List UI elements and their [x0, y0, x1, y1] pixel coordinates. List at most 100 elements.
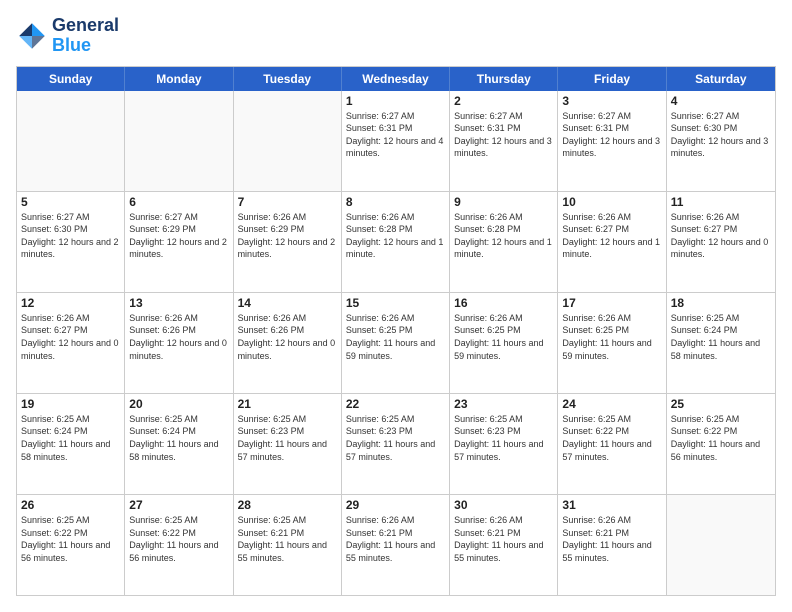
day-info: Sunrise: 6:27 AM Sunset: 6:30 PM Dayligh…: [671, 110, 771, 160]
day-number: 11: [671, 195, 771, 209]
day-number: 18: [671, 296, 771, 310]
day-info: Sunrise: 6:26 AM Sunset: 6:29 PM Dayligh…: [238, 211, 337, 261]
day-number: 23: [454, 397, 553, 411]
day-number: 26: [21, 498, 120, 512]
calendar-cell: 25Sunrise: 6:25 AM Sunset: 6:22 PM Dayli…: [667, 394, 775, 494]
calendar-cell: 4 Sunrise: 6:27 AM Sunset: 6:30 PM Daylig…: [667, 91, 775, 191]
day-number: 5: [21, 195, 120, 209]
day-number: 31: [562, 498, 661, 512]
calendar-cell: 22Sunrise: 6:25 AM Sunset: 6:23 PM Dayli…: [342, 394, 450, 494]
day-number: 28: [238, 498, 337, 512]
weekday-header-sunday: Sunday: [17, 67, 125, 91]
calendar-row-0: 1Sunrise: 6:27 AM Sunset: 6:31 PM Daylig…: [17, 91, 775, 191]
logo: General Blue: [16, 16, 119, 56]
day-info: Sunrise: 6:25 AM Sunset: 6:23 PM Dayligh…: [238, 413, 337, 463]
day-info: Sunrise: 6:25 AM Sunset: 6:22 PM Dayligh…: [562, 413, 661, 463]
day-info: Sunrise: 6:26 AM Sunset: 6:26 PM Dayligh…: [129, 312, 228, 362]
day-number: 8: [346, 195, 445, 209]
weekday-header-monday: Monday: [125, 67, 233, 91]
weekday-header-wednesday: Wednesday: [342, 67, 450, 91]
header: General Blue: [16, 16, 776, 56]
calendar: SundayMondayTuesdayWednesdayThursdayFrid…: [16, 66, 776, 596]
logo-icon: [16, 20, 48, 52]
calendar-cell: 7 Sunrise: 6:26 AM Sunset: 6:29 PM Daylig…: [234, 192, 342, 292]
calendar-cell: 5 Sunrise: 6:27 AM Sunset: 6:30 PM Daylig…: [17, 192, 125, 292]
day-info: Sunrise: 6:26 AM Sunset: 6:25 PM Dayligh…: [562, 312, 661, 362]
day-info: Sunrise: 6:26 AM Sunset: 6:27 PM Dayligh…: [562, 211, 661, 261]
calendar-cell: 28 Sunrise: 6:25 AM Sunset: 6:21 PM Dayli…: [234, 495, 342, 595]
calendar-cell: 3Sunrise: 6:27 AM Sunset: 6:31 PM Daylig…: [558, 91, 666, 191]
calendar-cell: [125, 91, 233, 191]
weekday-header-thursday: Thursday: [450, 67, 558, 91]
weekday-header-tuesday: Tuesday: [234, 67, 342, 91]
page: General Blue SundayMondayTuesdayWednesda…: [0, 0, 792, 612]
logo-blue: Blue: [52, 36, 119, 56]
day-number: 14: [238, 296, 337, 310]
calendar-cell: 15Sunrise: 6:26 AM Sunset: 6:25 PM Dayli…: [342, 293, 450, 393]
day-number: 16: [454, 296, 553, 310]
logo-text: General Blue: [52, 16, 119, 56]
calendar-header: SundayMondayTuesdayWednesdayThursdayFrid…: [17, 67, 775, 91]
day-info: Sunrise: 6:26 AM Sunset: 6:21 PM Dayligh…: [346, 514, 445, 564]
calendar-cell: [17, 91, 125, 191]
calendar-cell: 26 Sunrise: 6:25 AM Sunset: 6:22 PM Dayli…: [17, 495, 125, 595]
calendar-cell: 31 Sunrise: 6:26 AM Sunset: 6:21 PM Dayli…: [558, 495, 666, 595]
day-info: Sunrise: 6:26 AM Sunset: 6:28 PM Dayligh…: [346, 211, 445, 261]
calendar-cell: 2 Sunrise: 6:27 AM Sunset: 6:31 PM Daylig…: [450, 91, 558, 191]
day-number: 4: [671, 94, 771, 108]
calendar-cell: 9 Sunrise: 6:26 AM Sunset: 6:28 PM Daylig…: [450, 192, 558, 292]
day-number: 10: [562, 195, 661, 209]
calendar-cell: 20Sunrise: 6:25 AM Sunset: 6:24 PM Dayli…: [125, 394, 233, 494]
day-info: Sunrise: 6:26 AM Sunset: 6:27 PM Dayligh…: [671, 211, 771, 261]
day-number: 21: [238, 397, 337, 411]
day-number: 2: [454, 94, 553, 108]
calendar-cell: 6 Sunrise: 6:27 AM Sunset: 6:29 PM Daylig…: [125, 192, 233, 292]
day-number: 19: [21, 397, 120, 411]
weekday-header-friday: Friday: [558, 67, 666, 91]
day-info: Sunrise: 6:25 AM Sunset: 6:22 PM Dayligh…: [21, 514, 120, 564]
calendar-cell: 14Sunrise: 6:26 AM Sunset: 6:26 PM Dayli…: [234, 293, 342, 393]
calendar-row-2: 12 Sunrise: 6:26 AM Sunset: 6:27 PM Dayli…: [17, 292, 775, 393]
day-number: 7: [238, 195, 337, 209]
day-number: 29: [346, 498, 445, 512]
calendar-body: 1Sunrise: 6:27 AM Sunset: 6:31 PM Daylig…: [17, 91, 775, 595]
calendar-cell: 18Sunrise: 6:25 AM Sunset: 6:24 PM Dayli…: [667, 293, 775, 393]
day-info: Sunrise: 6:26 AM Sunset: 6:27 PM Dayligh…: [21, 312, 120, 362]
day-number: 17: [562, 296, 661, 310]
calendar-cell: 17 Sunrise: 6:26 AM Sunset: 6:25 PM Dayli…: [558, 293, 666, 393]
day-info: Sunrise: 6:26 AM Sunset: 6:21 PM Dayligh…: [454, 514, 553, 564]
day-info: Sunrise: 6:27 AM Sunset: 6:31 PM Dayligh…: [454, 110, 553, 160]
day-info: Sunrise: 6:27 AM Sunset: 6:31 PM Dayligh…: [562, 110, 661, 160]
calendar-cell: 1Sunrise: 6:27 AM Sunset: 6:31 PM Daylig…: [342, 91, 450, 191]
calendar-row-4: 26 Sunrise: 6:25 AM Sunset: 6:22 PM Dayli…: [17, 494, 775, 595]
day-number: 13: [129, 296, 228, 310]
day-info: Sunrise: 6:26 AM Sunset: 6:25 PM Dayligh…: [454, 312, 553, 362]
day-number: 25: [671, 397, 771, 411]
day-info: Sunrise: 6:26 AM Sunset: 6:28 PM Dayligh…: [454, 211, 553, 261]
day-info: Sunrise: 6:27 AM Sunset: 6:30 PM Dayligh…: [21, 211, 120, 261]
day-number: 9: [454, 195, 553, 209]
weekday-header-saturday: Saturday: [667, 67, 775, 91]
day-info: Sunrise: 6:27 AM Sunset: 6:29 PM Dayligh…: [129, 211, 228, 261]
day-info: Sunrise: 6:26 AM Sunset: 6:21 PM Dayligh…: [562, 514, 661, 564]
day-info: Sunrise: 6:25 AM Sunset: 6:22 PM Dayligh…: [129, 514, 228, 564]
calendar-cell: [667, 495, 775, 595]
day-number: 27: [129, 498, 228, 512]
day-info: Sunrise: 6:26 AM Sunset: 6:25 PM Dayligh…: [346, 312, 445, 362]
day-info: Sunrise: 6:25 AM Sunset: 6:23 PM Dayligh…: [346, 413, 445, 463]
calendar-cell: [234, 91, 342, 191]
day-number: 30: [454, 498, 553, 512]
day-number: 12: [21, 296, 120, 310]
logo-general: General: [52, 16, 119, 36]
day-number: 6: [129, 195, 228, 209]
calendar-cell: 24Sunrise: 6:25 AM Sunset: 6:22 PM Dayli…: [558, 394, 666, 494]
day-info: Sunrise: 6:25 AM Sunset: 6:21 PM Dayligh…: [238, 514, 337, 564]
day-info: Sunrise: 6:27 AM Sunset: 6:31 PM Dayligh…: [346, 110, 445, 160]
calendar-cell: 30 Sunrise: 6:26 AM Sunset: 6:21 PM Dayli…: [450, 495, 558, 595]
calendar-cell: 8 Sunrise: 6:26 AM Sunset: 6:28 PM Daylig…: [342, 192, 450, 292]
calendar-cell: 19Sunrise: 6:25 AM Sunset: 6:24 PM Dayli…: [17, 394, 125, 494]
day-info: Sunrise: 6:25 AM Sunset: 6:23 PM Dayligh…: [454, 413, 553, 463]
calendar-cell: 27 Sunrise: 6:25 AM Sunset: 6:22 PM Dayli…: [125, 495, 233, 595]
calendar-cell: 12 Sunrise: 6:26 AM Sunset: 6:27 PM Dayli…: [17, 293, 125, 393]
calendar-cell: 13 Sunrise: 6:26 AM Sunset: 6:26 PM Dayli…: [125, 293, 233, 393]
